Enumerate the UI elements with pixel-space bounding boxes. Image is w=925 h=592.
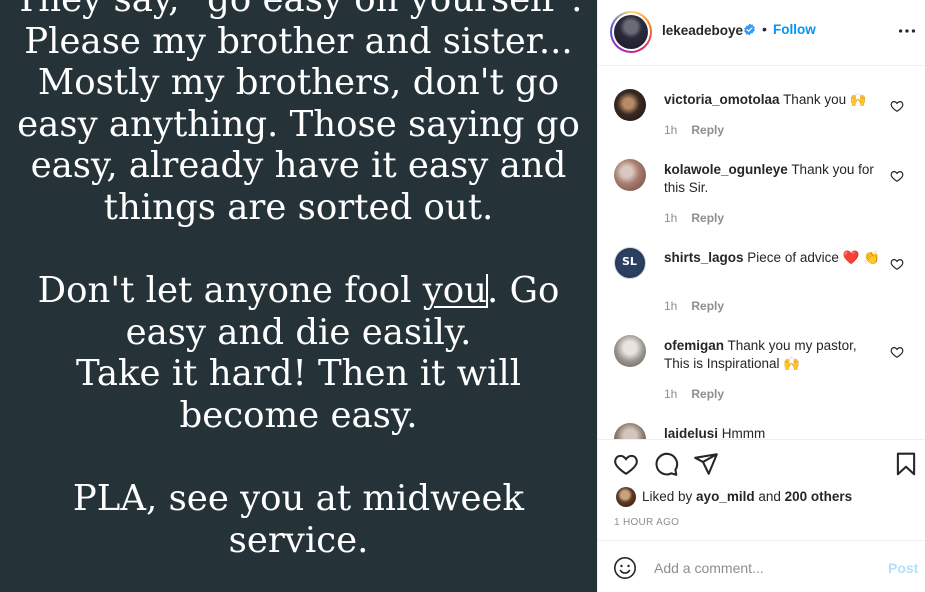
post-comment-button[interactable]: Post bbox=[888, 560, 918, 576]
liked-by-middle: and bbox=[754, 489, 785, 504]
comment-text: kolawole_ogunleye Thank you for this Sir… bbox=[664, 161, 884, 197]
add-comment-input[interactable] bbox=[654, 557, 874, 579]
add-comment-bar: Post bbox=[598, 540, 925, 592]
commenter-avatar[interactable] bbox=[614, 159, 646, 191]
commenter-avatar[interactable] bbox=[614, 335, 646, 367]
like-comment-heart-icon[interactable] bbox=[890, 345, 904, 359]
comment-time: 1h bbox=[664, 123, 678, 137]
liked-by-user[interactable]: ayo_mild bbox=[696, 489, 755, 504]
post-blank-line bbox=[0, 437, 597, 479]
commenter-username[interactable]: laidelusi bbox=[664, 426, 718, 439]
liked-by-prefix: Liked by bbox=[642, 489, 697, 504]
comment-meta: 1h Reply bbox=[664, 123, 724, 137]
post-line: easy and die easily. bbox=[125, 311, 472, 353]
emoji-smile-icon[interactable] bbox=[613, 556, 637, 580]
shirts-lagos-logo-icon: SL bbox=[622, 255, 637, 268]
share-send-icon[interactable] bbox=[693, 451, 719, 477]
author-avatar-image bbox=[614, 15, 648, 49]
comment-content: Thank you 🙌 bbox=[783, 92, 867, 107]
follow-button[interactable]: Follow bbox=[773, 22, 816, 37]
comment-text: laidelusi Hmmm bbox=[664, 425, 884, 439]
post-line: easy, already have it easy and bbox=[30, 145, 567, 187]
comment-time: 1h bbox=[664, 299, 678, 313]
reply-button[interactable]: Reply bbox=[691, 387, 724, 401]
comment-meta: 1h Reply bbox=[664, 299, 724, 313]
post-line: Mostly my brothers, don't go bbox=[37, 62, 560, 104]
reply-button[interactable]: Reply bbox=[691, 299, 724, 313]
verified-icon bbox=[744, 23, 755, 36]
commenter-username[interactable]: ofemigan bbox=[664, 338, 724, 353]
post-line: PLA, see you at midweek bbox=[72, 478, 525, 520]
post-line: Please my brother and sister... bbox=[24, 20, 573, 62]
comment-meta: 1h Reply bbox=[664, 211, 724, 225]
post-header: lekeadeboye • Follow bbox=[598, 0, 925, 66]
post-actions: Liked by ayo_mild and 200 others 1 HOUR … bbox=[598, 440, 925, 540]
post-line: easy anything. Those saying go bbox=[17, 103, 580, 145]
comment-time: 1h bbox=[664, 211, 678, 225]
comment-text: victoria_omotolaa Thank you 🙌 bbox=[664, 91, 884, 109]
post-line-part: Don't let anyone fool bbox=[37, 270, 423, 312]
post-line: service. bbox=[228, 519, 369, 561]
like-comment-heart-icon[interactable] bbox=[890, 169, 904, 183]
comments-list[interactable]: victoria_omotolaa Thank you 🙌 1h Reply ko… bbox=[598, 67, 925, 439]
author-username[interactable]: lekeadeboye bbox=[662, 23, 743, 38]
post-text: They say, "go easy on yourself". Please … bbox=[0, 0, 597, 561]
comment-content: Piece of advice ❤️ 👏 bbox=[747, 250, 880, 265]
post-line-part: . Go bbox=[487, 270, 560, 312]
commenter-username[interactable]: kolawole_ogunleye bbox=[664, 162, 788, 177]
comment-time: 1h bbox=[664, 387, 678, 401]
comment-text: shirts_lagos Piece of advice ❤️ 👏 bbox=[664, 249, 884, 267]
comment-text: ofemigan Thank you my pastor, This is In… bbox=[664, 337, 884, 373]
commenter-username[interactable]: victoria_omotolaa bbox=[664, 92, 780, 107]
commenter-avatar[interactable]: SL bbox=[614, 247, 646, 279]
post-blank-line bbox=[0, 229, 597, 271]
post-line: things are sorted out. bbox=[103, 186, 494, 228]
post-side-panel: lekeadeboye • Follow victoria_omotolaa T… bbox=[597, 0, 925, 592]
comment-content: Hmmm bbox=[721, 426, 766, 439]
post-image: They say, "go easy on yourself". Please … bbox=[0, 0, 597, 592]
post-line: Take it hard! Then it will bbox=[75, 353, 522, 395]
post-line: Don't let anyone fool you. Go bbox=[0, 270, 597, 312]
post-line: become easy. bbox=[179, 394, 418, 436]
post-underlined-word: you bbox=[422, 270, 488, 312]
like-comment-heart-icon[interactable] bbox=[890, 257, 904, 271]
more-options-icon[interactable] bbox=[896, 20, 918, 42]
author-avatar[interactable] bbox=[610, 11, 652, 53]
liked-by-avatar[interactable] bbox=[616, 487, 636, 507]
post-line: They say, "go easy on yourself". bbox=[0, 0, 597, 21]
comment-meta: 1h Reply bbox=[664, 387, 724, 401]
likes-count[interactable]: 200 others bbox=[785, 489, 853, 504]
post-timestamp[interactable]: 1 HOUR AGO bbox=[614, 517, 679, 528]
commenter-username[interactable]: shirts_lagos bbox=[664, 250, 744, 265]
reply-button[interactable]: Reply bbox=[691, 211, 724, 225]
like-comment-heart-icon[interactable] bbox=[890, 99, 904, 113]
liked-by-text: Liked by ayo_mild and 200 others bbox=[642, 489, 852, 504]
header-separator: • bbox=[762, 21, 767, 37]
save-bookmark-icon[interactable] bbox=[893, 451, 919, 477]
commenter-avatar[interactable] bbox=[614, 89, 646, 121]
reply-button[interactable]: Reply bbox=[691, 123, 724, 137]
commenter-avatar[interactable] bbox=[614, 423, 646, 439]
comment-bubble-icon[interactable] bbox=[653, 451, 679, 477]
like-heart-icon[interactable] bbox=[613, 451, 639, 477]
